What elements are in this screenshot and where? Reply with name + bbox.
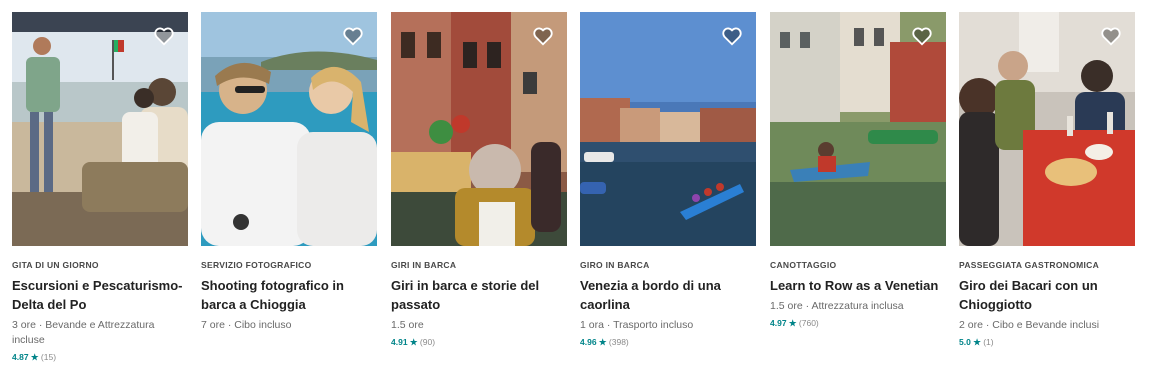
experience-title[interactable]: Shooting fotografico in barca a Chioggia — [201, 276, 373, 314]
experience-photo[interactable] — [770, 12, 946, 246]
experience-category: GITA DI UN GIORNO — [12, 260, 99, 270]
star-icon: ★ — [30, 352, 39, 362]
rating-value: 4.91 — [391, 337, 408, 347]
review-count: (760) — [798, 318, 819, 328]
review-count: (398) — [608, 337, 629, 347]
experience-photo[interactable] — [580, 12, 756, 246]
experience-photo[interactable] — [12, 12, 188, 246]
experience-rating: 4.91 ★ (90) — [391, 336, 567, 348]
heart-outline-icon[interactable] — [532, 25, 554, 47]
experience-details: 1 ora · Trasporto incluso — [580, 319, 694, 331]
experience-card[interactable]: GITA DI UN GIORNO Escursioni e Pescaturi… — [12, 12, 188, 363]
review-count: (15) — [40, 352, 57, 362]
experience-card[interactable]: SERVIZIO FOTOGRAFICO Shooting fotografic… — [201, 12, 377, 333]
experience-rating: 5.0 ★ (1) — [959, 336, 1135, 348]
rating-value: 5.0 — [959, 337, 971, 347]
experience-title[interactable]: Venezia a bordo di una caorlina — [580, 276, 752, 314]
heart-outline-icon[interactable] — [1100, 25, 1122, 47]
experience-details: 3 ore · Bevande e Attrezzatura incluse — [12, 319, 155, 346]
experience-details: 2 ore · Cibo e Bevande inclusi — [959, 319, 1100, 331]
star-icon: ★ — [598, 337, 607, 347]
experience-category: GIRI IN BARCA — [391, 260, 457, 270]
experience-title[interactable]: Giro dei Bacari con un Chioggiotto — [959, 276, 1131, 314]
experience-category: SERVIZIO FOTOGRAFICO — [201, 260, 312, 270]
experience-title[interactable]: Learn to Row as a Venetian — [770, 276, 942, 295]
experience-photo[interactable] — [391, 12, 567, 246]
experience-title[interactable]: Escursioni e Pescaturismo-Delta del Po — [12, 276, 184, 314]
star-icon: ★ — [973, 337, 981, 347]
heart-outline-icon[interactable] — [721, 25, 743, 47]
review-count: (1) — [983, 337, 994, 347]
star-icon: ★ — [788, 318, 797, 328]
experience-rating: 4.96 ★ (398) — [580, 336, 756, 348]
heart-outline-icon[interactable] — [911, 25, 933, 47]
experience-category: GIRO IN BARCA — [580, 260, 650, 270]
star-icon: ★ — [409, 337, 418, 347]
review-count: (90) — [419, 337, 436, 347]
experience-details: 1.5 ore — [391, 319, 424, 331]
rating-value: 4.87 — [12, 352, 29, 362]
experience-rating: 4.87 ★ (15) — [12, 351, 188, 363]
experience-card[interactable]: GIRI IN BARCA Giri in barca e storie del… — [391, 12, 567, 348]
heart-outline-icon[interactable] — [342, 25, 364, 47]
experience-category: CANOTTAGGIO — [770, 260, 837, 270]
experience-rating: 4.97 ★ (760) — [770, 317, 946, 329]
experience-title[interactable]: Giri in barca e storie del passato — [391, 276, 563, 314]
heart-outline-icon[interactable] — [153, 25, 175, 47]
experience-card[interactable]: GIRO IN BARCA Venezia a bordo di una cao… — [580, 12, 756, 348]
experience-details: 1.5 ore · Attrezzatura inclusa — [770, 300, 904, 312]
experience-category: PASSEGGIATA GASTRONOMICA — [959, 260, 1100, 270]
experience-photo[interactable] — [201, 12, 377, 246]
experience-card[interactable]: PASSEGGIATA GASTRONOMICA Giro dei Bacari… — [959, 12, 1135, 348]
experience-card[interactable]: CANOTTAGGIO Learn to Row as a Venetian 1… — [770, 12, 946, 329]
experience-photo[interactable] — [959, 12, 1135, 246]
rating-value: 4.96 — [580, 337, 597, 347]
experience-details: 7 ore · Cibo incluso — [201, 319, 292, 331]
rating-value: 4.97 — [770, 318, 787, 328]
